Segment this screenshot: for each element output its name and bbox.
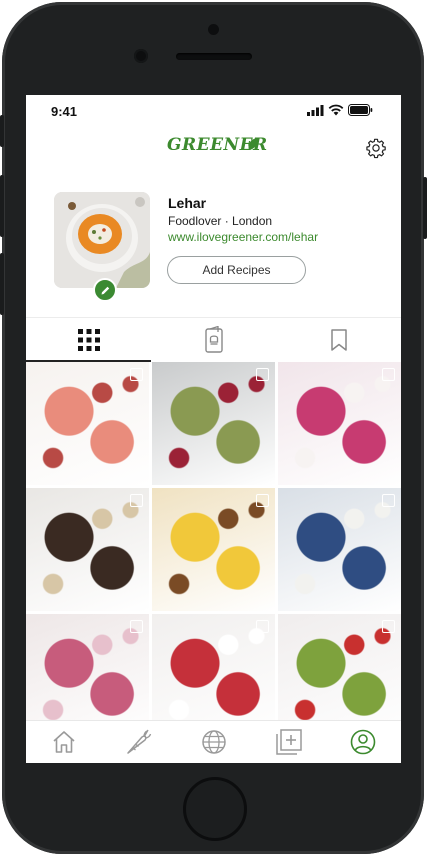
tab-grid[interactable] — [26, 318, 151, 362]
multi-photo-icon — [256, 494, 269, 507]
profile-name: Lehar — [168, 195, 207, 211]
recipe-tile-rose-tart[interactable] — [26, 614, 149, 737]
nav-profile[interactable] — [347, 727, 379, 757]
power-button — [423, 177, 427, 239]
globe-icon — [202, 730, 226, 754]
multi-photo-icon — [382, 494, 395, 507]
multi-photo-icon — [256, 368, 269, 381]
bookmark-icon — [330, 329, 347, 351]
nav-add-post[interactable] — [273, 727, 305, 757]
nav-home[interactable] — [48, 727, 80, 757]
recipe-grid — [26, 362, 401, 737]
front-camera — [208, 24, 219, 35]
home-icon — [53, 731, 75, 753]
profile-icon — [350, 729, 376, 755]
proximity-sensor — [134, 49, 148, 63]
add-post-icon — [276, 729, 302, 755]
profile-bio: Foodlover · London — [168, 214, 273, 228]
profile-website-link[interactable]: www.ilovegreener.com/lehar — [168, 230, 318, 244]
home-button[interactable] — [183, 777, 247, 841]
recipe-tile-pumpkin-buns[interactable] — [152, 488, 275, 611]
recipe-tile-matcha-cherry-cake[interactable] — [152, 362, 275, 485]
recipe-tile-cherry-tart-slices[interactable] — [26, 362, 149, 485]
app-screen: 9:41 GREENER Lehar Foodlover · London ww… — [26, 95, 401, 763]
multi-photo-icon — [130, 494, 143, 507]
profile-avatar[interactable] — [54, 192, 150, 288]
battery-icon — [348, 104, 373, 116]
volume-down-button — [0, 253, 4, 315]
recipe-tile-chia-yogurt-cups[interactable] — [278, 362, 401, 485]
status-bar: 9:41 — [26, 95, 401, 125]
recipe-tile-christmas-tree-dessert[interactable] — [278, 614, 401, 737]
wifi-icon — [328, 104, 344, 116]
mute-switch — [0, 115, 4, 147]
status-time: 9:41 — [51, 104, 78, 119]
nav-explore[interactable] — [198, 727, 230, 757]
volume-up-button — [0, 175, 4, 237]
edit-avatar-button[interactable] — [93, 278, 117, 302]
grid-icon — [77, 329, 100, 351]
leaf-icon — [248, 138, 258, 150]
multi-photo-icon — [256, 620, 269, 633]
pencil-icon — [101, 286, 109, 294]
bottom-navigation — [26, 720, 401, 763]
multi-photo-icon — [130, 620, 143, 633]
tab-recipes[interactable] — [151, 318, 276, 362]
multi-photo-icon — [130, 368, 143, 381]
tab-saved[interactable] — [276, 318, 401, 362]
multi-photo-icon — [382, 368, 395, 381]
signal-icon — [307, 104, 324, 116]
carrot-icon — [127, 729, 152, 754]
earpiece-speaker — [176, 53, 252, 60]
recipe-tile-blue-swirl-buns[interactable] — [278, 488, 401, 611]
settings-gear-icon[interactable] — [365, 137, 387, 159]
recipe-tile-red-velvet-cake[interactable] — [152, 614, 275, 737]
profile-tabs — [26, 317, 401, 362]
multi-photo-icon — [382, 620, 395, 633]
recipe-card-icon — [204, 326, 223, 353]
add-recipes-button[interactable]: Add Recipes — [167, 256, 306, 284]
recipe-tile-chocolate-tarts[interactable] — [26, 488, 149, 611]
nav-recipes-browse[interactable] — [123, 727, 155, 757]
